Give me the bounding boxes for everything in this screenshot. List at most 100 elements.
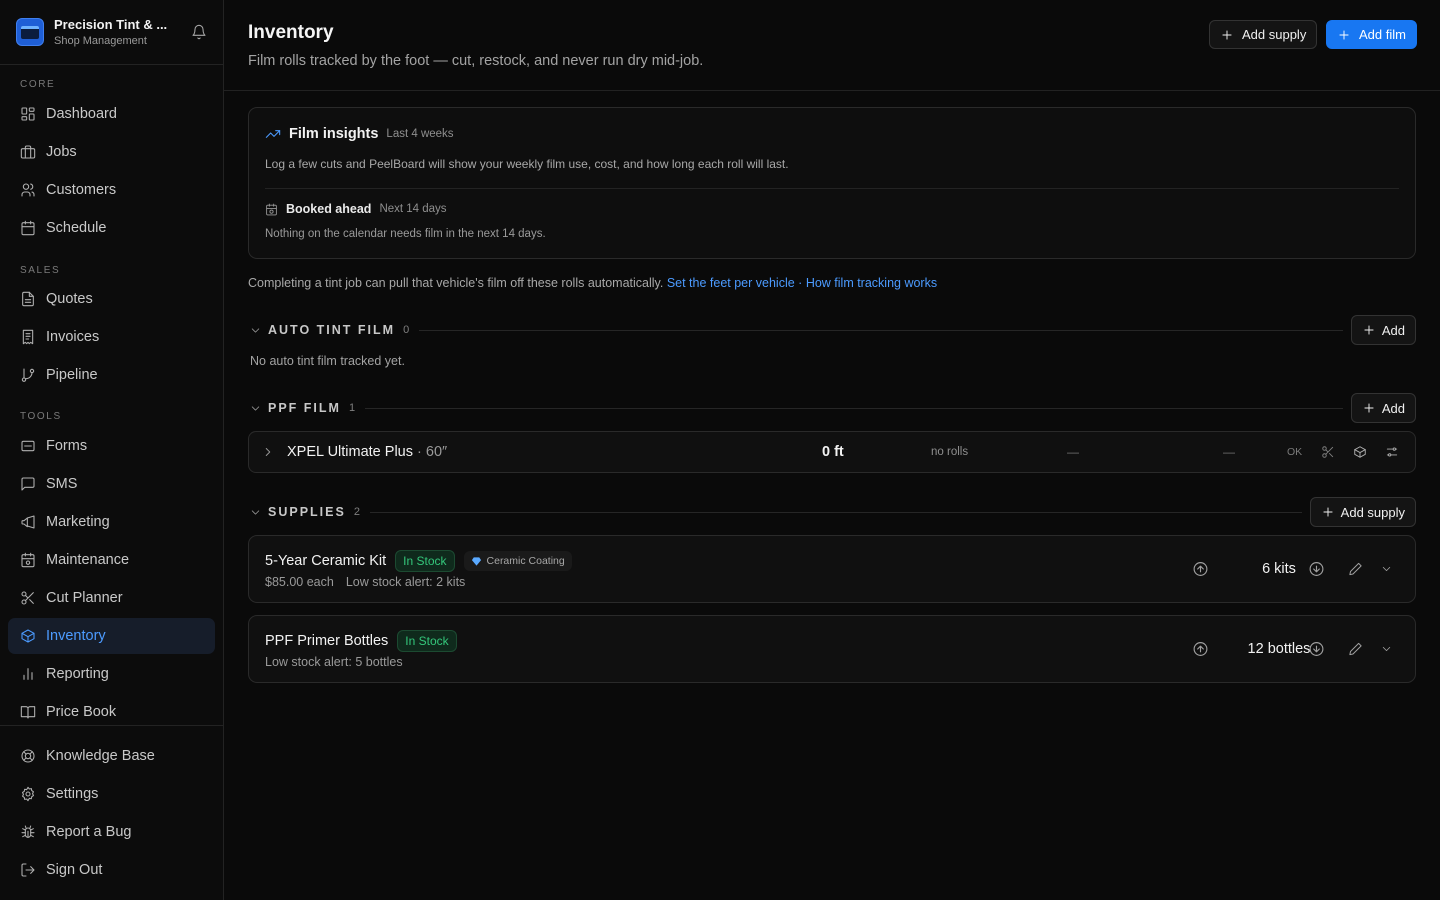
sidebar-item-settings[interactable]: Settings (8, 776, 215, 812)
edit-icon[interactable] (1348, 562, 1363, 577)
note-separator: · (798, 276, 803, 290)
scissors-icon[interactable] (1321, 445, 1335, 459)
bug-icon (20, 824, 46, 840)
sidebar-item-label: Customers (46, 182, 117, 198)
film-feet: 0 ft (822, 444, 844, 460)
shop-name: Precision Tint & ... (54, 17, 168, 32)
sidebar-item-label: Settings (46, 786, 99, 802)
sidebar-divider (0, 725, 223, 726)
film-tracking-note: Completing a tint job can pull that vehi… (248, 276, 937, 290)
film-rolls: no rolls (931, 446, 969, 458)
film-insights-card: Film insights Last 4 weeks Log a few cut… (248, 107, 1416, 259)
chevron-down-icon[interactable] (1380, 563, 1393, 576)
sidebar-item-maintenance[interactable]: Maintenance (8, 542, 215, 578)
bell-icon[interactable] (191, 24, 207, 40)
chevron-right-icon[interactable] (261, 445, 275, 459)
main-content: Inventory Film rolls tracked by the foot… (224, 0, 1440, 900)
sidebar-item-forms[interactable]: Forms (8, 428, 215, 464)
add-supply-button[interactable]: Add supply (1209, 20, 1318, 49)
sidebar-item-sign-out[interactable]: Sign Out (8, 852, 215, 888)
sidebar-item-jobs[interactable]: Jobs (8, 134, 215, 170)
sidebar-item-sms[interactable]: SMS (8, 466, 215, 502)
sidebar-item-label: SMS (46, 476, 78, 492)
dashboard-icon (20, 106, 46, 122)
ppf-section-header[interactable]: PPF FILM 1 Add (248, 393, 1416, 423)
shop-subtitle: Shop Management (54, 35, 147, 47)
section-count: 2 (353, 506, 360, 518)
add-label: Add (1381, 322, 1405, 338)
sidebar-item-label: Cut Planner (46, 590, 123, 606)
calendar-clock-icon (265, 203, 278, 216)
section-divider (365, 407, 1343, 409)
film-runway-placeholder: — (1223, 445, 1235, 459)
add-film-button[interactable]: Add film (1326, 20, 1417, 49)
status-badge: In Stock (397, 630, 457, 652)
sidebar-item-marketing[interactable]: Marketing (8, 504, 215, 540)
sidebar-item-inventory[interactable]: Inventory (8, 618, 215, 654)
chevron-down-icon[interactable] (1380, 643, 1393, 656)
insights-title: Film insights (289, 126, 379, 142)
plus-icon (1321, 505, 1341, 519)
sidebar-item-schedule[interactable]: Schedule (8, 210, 215, 246)
use-down-icon[interactable] (1308, 641, 1325, 658)
page-subtitle: Film rolls tracked by the foot — cut, re… (248, 53, 704, 69)
status-badge: In Stock (395, 550, 455, 572)
git-branch-icon (20, 367, 46, 383)
sidebar-item-reporting[interactable]: Reporting (8, 656, 215, 692)
use-down-icon[interactable] (1308, 561, 1325, 578)
restock-up-icon[interactable] (1192, 561, 1209, 578)
adjust-icon[interactable] (1385, 445, 1399, 459)
add-supply-label: Add supply (1242, 27, 1307, 42)
edit-icon[interactable] (1348, 642, 1363, 657)
chevron-down-icon[interactable] (249, 402, 262, 415)
sidebar-item-report-bug[interactable]: Report a Bug (8, 814, 215, 850)
section-title: PPF FILM (268, 401, 341, 415)
add-label: Add (1381, 400, 1405, 416)
film-tracking-help-link[interactable]: How film tracking works (806, 276, 937, 290)
sidebar-item-knowledge-base[interactable]: Knowledge Base (8, 738, 215, 774)
add-auto-tint-button[interactable]: Add (1350, 315, 1416, 345)
sidebar-item-label: Invoices (46, 329, 100, 345)
sidebar-item-pipeline[interactable]: Pipeline (8, 357, 215, 393)
users-icon (20, 182, 46, 198)
supply-price: $85.00 each (265, 575, 334, 589)
section-divider (369, 511, 1302, 513)
brand-header: Precision Tint & ... Shop Management (0, 0, 223, 65)
sidebar-item-label: Quotes (46, 291, 93, 307)
chevron-down-icon[interactable] (249, 324, 262, 337)
supplies-section-header[interactable]: SUPPLIES 2 Add supply (248, 497, 1416, 527)
calendar-icon (20, 220, 46, 236)
bar-chart-icon (20, 666, 46, 682)
sidebar-item-label: Inventory (46, 628, 106, 644)
plus-icon (1362, 401, 1382, 415)
section-label-sales: SALES (20, 265, 61, 276)
feet-per-vehicle-link[interactable]: Set the feet per vehicle (667, 276, 795, 290)
package-icon (20, 628, 46, 644)
sidebar-item-label: Reporting (46, 666, 109, 682)
insights-divider (265, 188, 1399, 189)
section-label-core: CORE (20, 79, 56, 90)
chevron-down-icon[interactable] (249, 506, 262, 519)
add-ppf-button[interactable]: Add (1350, 393, 1416, 423)
film-row[interactable]: XPEL Ultimate Plus · 60″ 0 ft no rolls —… (248, 431, 1416, 473)
plus-icon (1362, 323, 1382, 337)
sidebar-item-quotes[interactable]: Quotes (8, 281, 215, 317)
sidebar-item-invoices[interactable]: Invoices (8, 319, 215, 355)
section-label-tools: TOOLS (20, 411, 62, 422)
restock-up-icon[interactable] (1192, 641, 1209, 658)
section-count: 1 (348, 402, 356, 414)
note-text: Completing a tint job can pull that vehi… (248, 276, 664, 290)
sidebar-item-cut-planner[interactable]: Cut Planner (8, 580, 215, 616)
film-name: XPEL Ultimate Plus · 60″ (287, 444, 448, 460)
add-label: Add supply (1340, 504, 1405, 520)
sidebar-item-dashboard[interactable]: Dashboard (8, 96, 215, 132)
low-stock-alert: Low stock alert: 2 kits (345, 575, 466, 589)
gem-icon (471, 556, 481, 566)
add-supply-section-button[interactable]: Add supply (1309, 497, 1416, 527)
sidebar-item-customers[interactable]: Customers (8, 172, 215, 208)
auto-tint-section-header[interactable]: AUTO TINT FILM 0 Add (248, 315, 1416, 345)
logout-icon (20, 862, 46, 878)
section-count: 0 (403, 324, 410, 336)
package-plus-icon[interactable] (1353, 445, 1367, 459)
plus-icon (1337, 28, 1359, 42)
